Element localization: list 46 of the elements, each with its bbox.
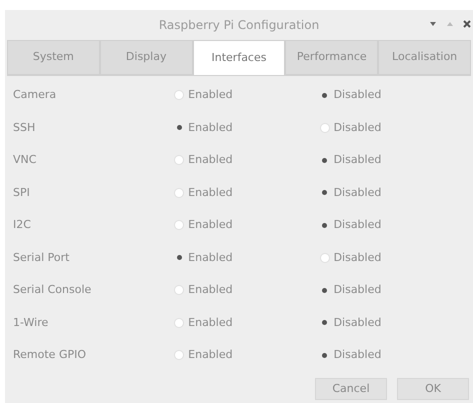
radio-option[interactable]: Enabled (174, 282, 320, 298)
radio-option[interactable]: Disabled (320, 282, 465, 298)
minimize-icon[interactable] (429, 20, 437, 28)
interface-label: SSH (13, 120, 36, 136)
interface-label: Serial Console (13, 282, 92, 298)
radio-option[interactable]: Disabled (320, 152, 465, 168)
radio-option[interactable]: Disabled (320, 217, 465, 234)
interface-label: Serial Port (13, 250, 70, 266)
tab[interactable]: Localisation (378, 40, 471, 75)
radio-option[interactable]: Disabled (320, 250, 465, 266)
radio-option[interactable]: Disabled (320, 120, 465, 136)
radio-button[interactable] (174, 285, 184, 296)
radio-option[interactable]: Enabled (174, 217, 320, 234)
interface-label: 1-Wire (13, 314, 50, 330)
radio-button[interactable] (174, 155, 184, 166)
interface-label: SPI (13, 184, 31, 200)
radio-option[interactable]: Disabled (320, 184, 465, 201)
radio-option[interactable]: Enabled (174, 347, 320, 364)
radio-option[interactable]: Disabled (320, 347, 465, 364)
radio-option[interactable]: Enabled (174, 152, 320, 168)
tab[interactable]: System (7, 40, 100, 75)
tab[interactable]: Display (100, 40, 193, 75)
interface-label: I2C (13, 217, 32, 233)
radio-option[interactable]: Enabled (174, 250, 320, 266)
tab[interactable]: Interfaces (192, 40, 286, 75)
close-icon[interactable] (463, 20, 471, 28)
dialog-button[interactable]: Cancel (315, 378, 387, 400)
radio-button[interactable] (320, 122, 330, 133)
dialog-button[interactable]: OK (397, 378, 469, 400)
radio-option[interactable]: Enabled (174, 314, 320, 331)
radio-option[interactable]: Disabled (320, 87, 465, 104)
window-title: Raspberry Pi Configuration (158, 17, 320, 34)
interface-label: VNC (13, 152, 38, 168)
radio-option[interactable]: Enabled (174, 87, 320, 104)
radio-option[interactable]: Enabled (174, 184, 320, 201)
interface-label: Remote GPIO (13, 347, 87, 363)
radio-button[interactable] (320, 252, 330, 263)
radio-button[interactable] (174, 350, 184, 360)
tab[interactable]: Performance (285, 40, 378, 75)
radio-button[interactable] (174, 318, 184, 328)
radio-button[interactable] (174, 90, 184, 100)
radio-button[interactable] (174, 220, 184, 230)
radio-option[interactable]: Enabled (174, 120, 320, 136)
radio-button[interactable] (174, 188, 184, 198)
interface-label: Camera (13, 87, 58, 103)
radio-option[interactable]: Disabled (320, 314, 465, 331)
